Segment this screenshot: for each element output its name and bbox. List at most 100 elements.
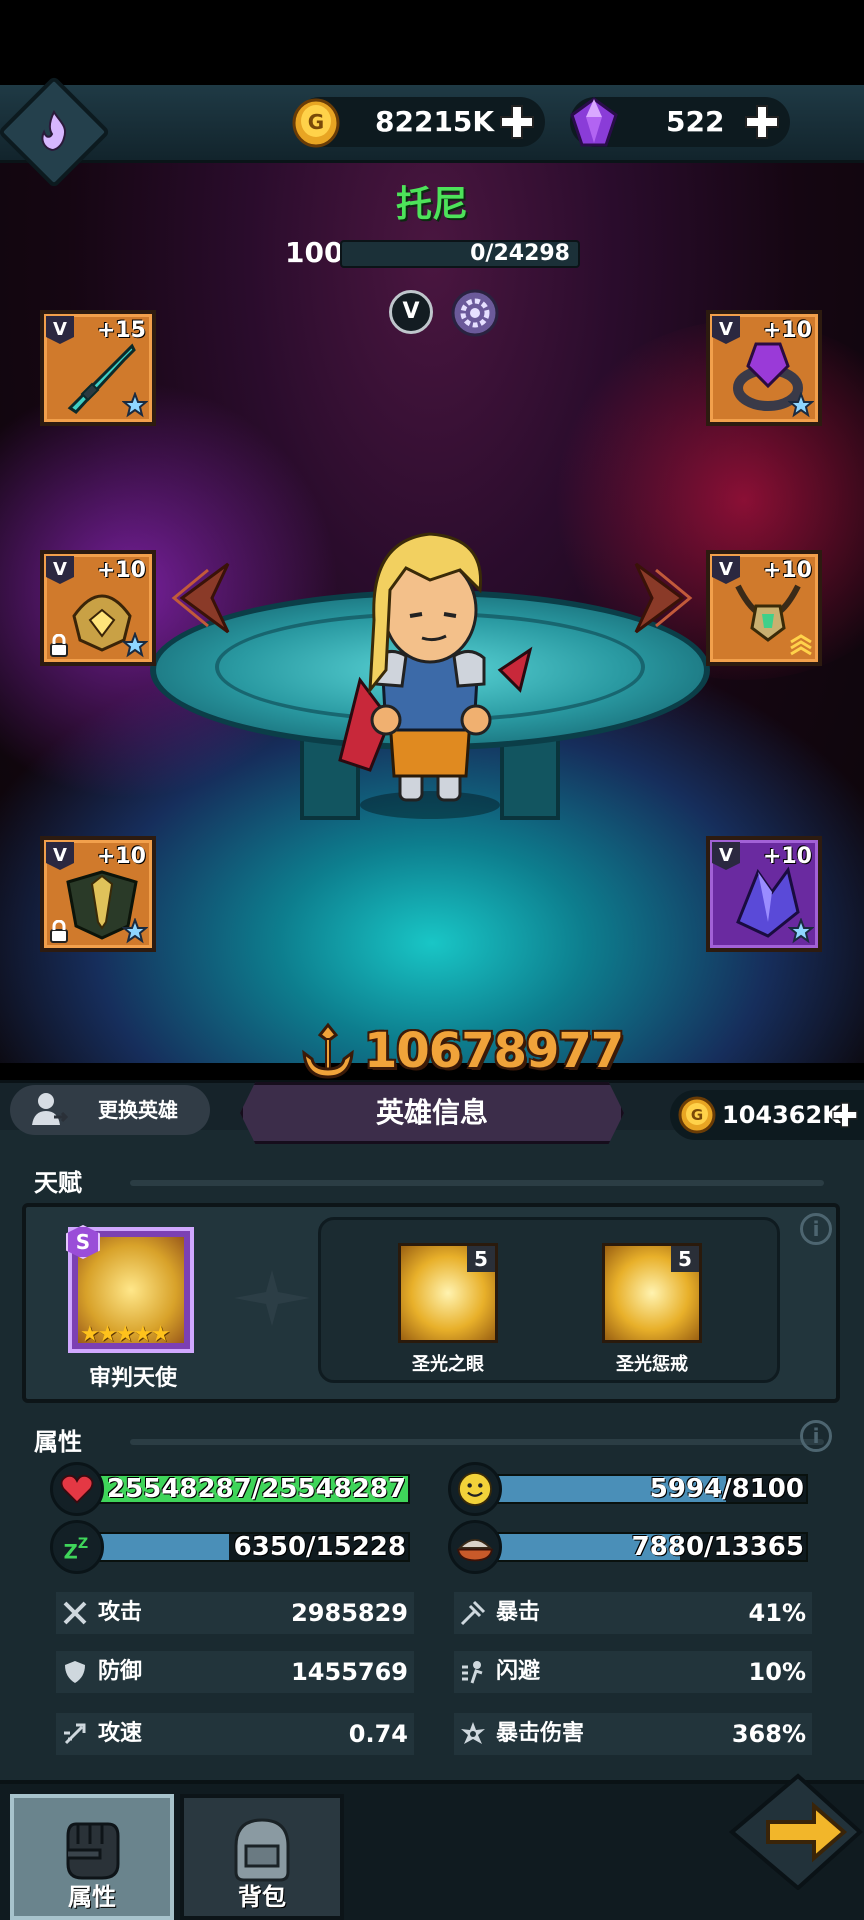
bar-track: 25548287/25548287: [98, 1474, 410, 1504]
skill-level: 5: [671, 1246, 699, 1272]
change-hero-button[interactable]: 更换英雄: [10, 1085, 210, 1135]
stat-label: 攻速: [98, 1721, 143, 1746]
tier-badge[interactable]: V: [389, 290, 433, 334]
hero-level: 100: [285, 236, 344, 269]
gold-coin-icon: G: [292, 98, 340, 148]
purple-gem-icon: [570, 97, 618, 147]
bar-track: 6350/15228: [98, 1532, 410, 1562]
stat-row-attack-speed: 攻速 0.74: [56, 1713, 414, 1755]
hero-name: 托尼: [395, 184, 468, 225]
tab-label: 属性: [68, 1883, 116, 1911]
stat-label: 闪避: [496, 1659, 541, 1684]
food-bar: 7880/13365: [448, 1520, 810, 1580]
swap-user-icon: [32, 1093, 68, 1125]
hero-info-title: 英雄信息: [240, 1082, 624, 1144]
stat-label: 暴击伤害: [496, 1721, 585, 1746]
rank-chevron-icon: [790, 634, 812, 656]
upgrade-star-icon: [788, 392, 814, 418]
stat-value: 2985829: [291, 1599, 408, 1627]
stat-value: 368%: [731, 1720, 806, 1748]
heart-icon: [50, 1462, 104, 1516]
stat-row-defense: 防御 1455769: [56, 1651, 414, 1693]
crit-icon: [460, 1600, 486, 1626]
sleep-value: 6350/15228: [233, 1532, 406, 1562]
stat-value: 10%: [748, 1658, 806, 1686]
attribute-info-icon[interactable]: i: [800, 1420, 832, 1452]
upgrade-star-icon: [122, 918, 148, 944]
smile-icon: [448, 1462, 502, 1516]
svg-text:Z: Z: [64, 1541, 78, 1564]
add-gold-icon[interactable]: [497, 102, 537, 142]
tab-attributes[interactable]: 属性: [10, 1794, 174, 1920]
lock-icon: [50, 634, 68, 657]
skill-level: 5: [467, 1246, 495, 1272]
gold-value: 82215K: [375, 105, 495, 138]
gear-icon[interactable]: [450, 288, 500, 338]
enhance-level: +10: [762, 558, 812, 583]
forward-arrow-button[interactable]: [728, 1772, 864, 1890]
attack-speed-icon: [64, 1723, 86, 1745]
hero-gold-counter: G 104362K: [670, 1090, 864, 1140]
gem-counter: 522: [570, 97, 790, 147]
add-gems-icon[interactable]: [742, 102, 782, 142]
hero-screen: G 82215K 522 托尼 100 0/24298 V V +15 V +1…: [0, 0, 864, 1920]
crit-damage-icon: [461, 1722, 485, 1744]
enhance-level: +10: [96, 844, 146, 869]
enhance-level: +10: [762, 318, 812, 343]
stat-row-dodge: 闪避 10%: [454, 1651, 812, 1693]
fist-icon: [66, 1822, 120, 1880]
talent-main-card[interactable]: S ★★★★★: [66, 1225, 194, 1353]
sleep-bar: 6350/15228 Z Z: [50, 1520, 412, 1580]
gold-counter: G 82215K: [292, 97, 545, 148]
attribute-divider: [130, 1439, 824, 1445]
enhance-level: +15: [96, 318, 146, 343]
stat-value: 1455769: [291, 1658, 408, 1686]
enhance-level: +10: [96, 558, 146, 583]
svg-text:G: G: [691, 1106, 703, 1124]
svg-text:Z: Z: [78, 1536, 88, 1552]
hp-value: 25548287/25548287: [107, 1474, 406, 1504]
skill-name: 圣光之眼: [412, 1354, 484, 1375]
bar-track: 7880/13365: [496, 1532, 808, 1562]
upgrade-star-icon: [122, 632, 148, 658]
experience-text: 0/24298: [470, 241, 570, 266]
skill-icon-holy-punish[interactable]: 5: [602, 1243, 702, 1343]
bar-fill: [100, 1534, 230, 1560]
next-hero-arrow-icon[interactable]: [632, 560, 696, 636]
upgrade-star-icon: [788, 918, 814, 944]
skill-icon-holy-eye[interactable]: 5: [398, 1243, 498, 1343]
equip-slot-helmet[interactable]: V +10: [40, 550, 156, 666]
tab-label: 背包: [238, 1883, 286, 1911]
stat-value: 41%: [748, 1599, 806, 1627]
stat-value: 0.74: [348, 1720, 408, 1748]
gold-coin-icon: G: [678, 1096, 716, 1134]
equip-slot-gem[interactable]: V +10: [706, 836, 822, 952]
equip-slot-weapon[interactable]: V +15: [40, 310, 156, 426]
equip-slot-necklace[interactable]: V +10: [706, 550, 822, 666]
mood-value: 5994/8100: [649, 1474, 804, 1504]
food-icon: [448, 1520, 502, 1574]
hero-character[interactable]: [310, 520, 550, 820]
change-hero-label: 更换英雄: [98, 1098, 178, 1122]
bar-track: 5994/8100: [496, 1474, 808, 1504]
talent-info-icon[interactable]: i: [800, 1213, 832, 1245]
talent-section-title: 天赋: [34, 1169, 82, 1197]
hero-gold-value: 104362K: [722, 1101, 841, 1129]
flame-emblem-icon: [41, 109, 66, 152]
gem-value: 522: [666, 105, 725, 138]
equip-slot-armor[interactable]: V +10: [40, 836, 156, 952]
talent-main-name: 审判天使: [88, 1366, 177, 1391]
stat-row-crit-damage: 暴击伤害 368%: [454, 1713, 812, 1755]
experience-bar: 0/24298: [340, 240, 580, 268]
tab-backpack[interactable]: 背包: [180, 1794, 344, 1920]
add-gold-icon[interactable]: [830, 1100, 860, 1130]
stat-label: 防御: [98, 1659, 143, 1684]
sleep-icon: Z Z: [50, 1520, 104, 1574]
equip-slot-ring[interactable]: V +10: [706, 310, 822, 426]
backpack-icon: [234, 1818, 290, 1882]
star-divider-icon: [234, 1270, 310, 1326]
food-value: 7880/13365: [631, 1532, 804, 1562]
previous-hero-arrow-icon[interactable]: [168, 560, 232, 636]
mood-bar: 5994/8100: [448, 1462, 810, 1522]
stat-row-attack: 攻击 2985829: [56, 1592, 414, 1634]
